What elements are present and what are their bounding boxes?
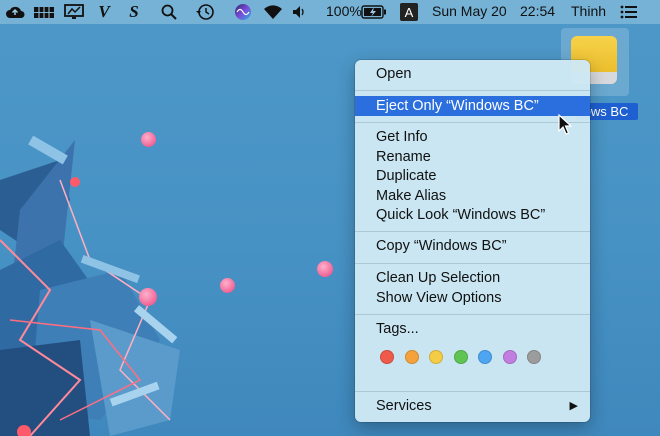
menu-separator (355, 90, 590, 91)
tag-color-dot[interactable] (527, 350, 541, 364)
menu-item-clean-up[interactable]: Clean Up Selection (355, 269, 590, 288)
menu-item-eject[interactable]: Eject Only “Windows BC” (355, 96, 590, 116)
menu-separator (355, 231, 590, 232)
monitor-icon[interactable] (63, 2, 85, 22)
mouse-cursor-icon (558, 114, 572, 135)
menu-separator (355, 314, 590, 315)
menu-item-label: Eject Only “Windows BC” (376, 98, 539, 114)
menu-item-label: Rename (376, 149, 431, 165)
tag-color-dot[interactable] (404, 350, 419, 364)
menu-item-get-info[interactable]: Get Info (355, 128, 590, 147)
menu-item-label: Show View Options (376, 290, 502, 306)
tag-color-dot[interactable] (502, 350, 517, 364)
vietnamese-v-icon[interactable]: V (96, 2, 112, 22)
wallpaper-sculpture (0, 135, 180, 436)
wifi-icon[interactable] (262, 2, 284, 22)
battery-icon[interactable] (361, 2, 387, 22)
volume-icon[interactable] (292, 2, 308, 22)
menu-item-make-alias[interactable]: Make Alias (355, 187, 590, 206)
list-icon[interactable] (619, 2, 639, 22)
menu-item-view-options[interactable]: Show View Options (355, 289, 590, 308)
pink-sphere (141, 132, 156, 147)
menu-item-label: Copy “Windows BC” (376, 238, 507, 254)
submenu-arrow-icon: ▶ (569, 400, 578, 412)
creative-cloud-icon[interactable] (4, 2, 26, 22)
menu-item-rename[interactable]: Rename (355, 148, 590, 167)
tag-color-dot[interactable] (453, 350, 468, 364)
menu-item-label: Make Alias (376, 188, 447, 204)
menu-item-services[interactable]: Services ▶ (355, 397, 590, 416)
menu-item-quick-look[interactable]: Quick Look “Windows BC” (355, 206, 590, 225)
menubar-date[interactable]: Sun May 20 (432, 3, 507, 19)
menu-item-label: Get Info (376, 129, 428, 145)
menu-bar: V S 100% A Sun May 20 22:54 Thinh (0, 0, 660, 24)
menubar-user[interactable]: Thinh (571, 3, 606, 19)
menu-item-label: Tags... (376, 321, 419, 337)
menu-item-label: Clean Up Selection (376, 270, 501, 286)
tag-color-dot[interactable] (478, 350, 492, 364)
input-source-icon[interactable]: A (400, 3, 418, 21)
tag-color-dot[interactable] (380, 350, 394, 364)
menu-item-label: Duplicate (376, 168, 437, 184)
search-icon[interactable] (160, 2, 178, 22)
menu-item-label: Services (376, 398, 432, 414)
battery-percent: 100% (326, 3, 362, 19)
skype-s-icon[interactable]: S (126, 2, 142, 22)
menu-item-label: Quick Look “Windows BC” (376, 207, 546, 223)
siri-icon[interactable] (233, 2, 253, 22)
pink-sphere (139, 288, 157, 306)
time-machine-icon[interactable] (194, 2, 216, 22)
storage-icon[interactable] (32, 2, 56, 22)
menu-item-open[interactable]: Open (355, 65, 590, 84)
context-menu: Open Eject Only “Windows BC” Get Info Re… (355, 60, 590, 422)
menu-separator (355, 391, 590, 392)
tag-color-dot[interactable] (429, 350, 443, 364)
menu-separator (355, 263, 590, 264)
menu-item-duplicate[interactable]: Duplicate (355, 167, 590, 186)
pink-sphere (317, 261, 333, 277)
menu-separator (355, 122, 590, 123)
menubar-time[interactable]: 22:54 (520, 3, 555, 19)
menu-item-label: Open (376, 66, 412, 82)
pink-sphere (220, 278, 235, 293)
menu-item-tags[interactable]: Tags... (355, 320, 590, 339)
menu-item-copy[interactable]: Copy “Windows BC” (355, 237, 590, 256)
